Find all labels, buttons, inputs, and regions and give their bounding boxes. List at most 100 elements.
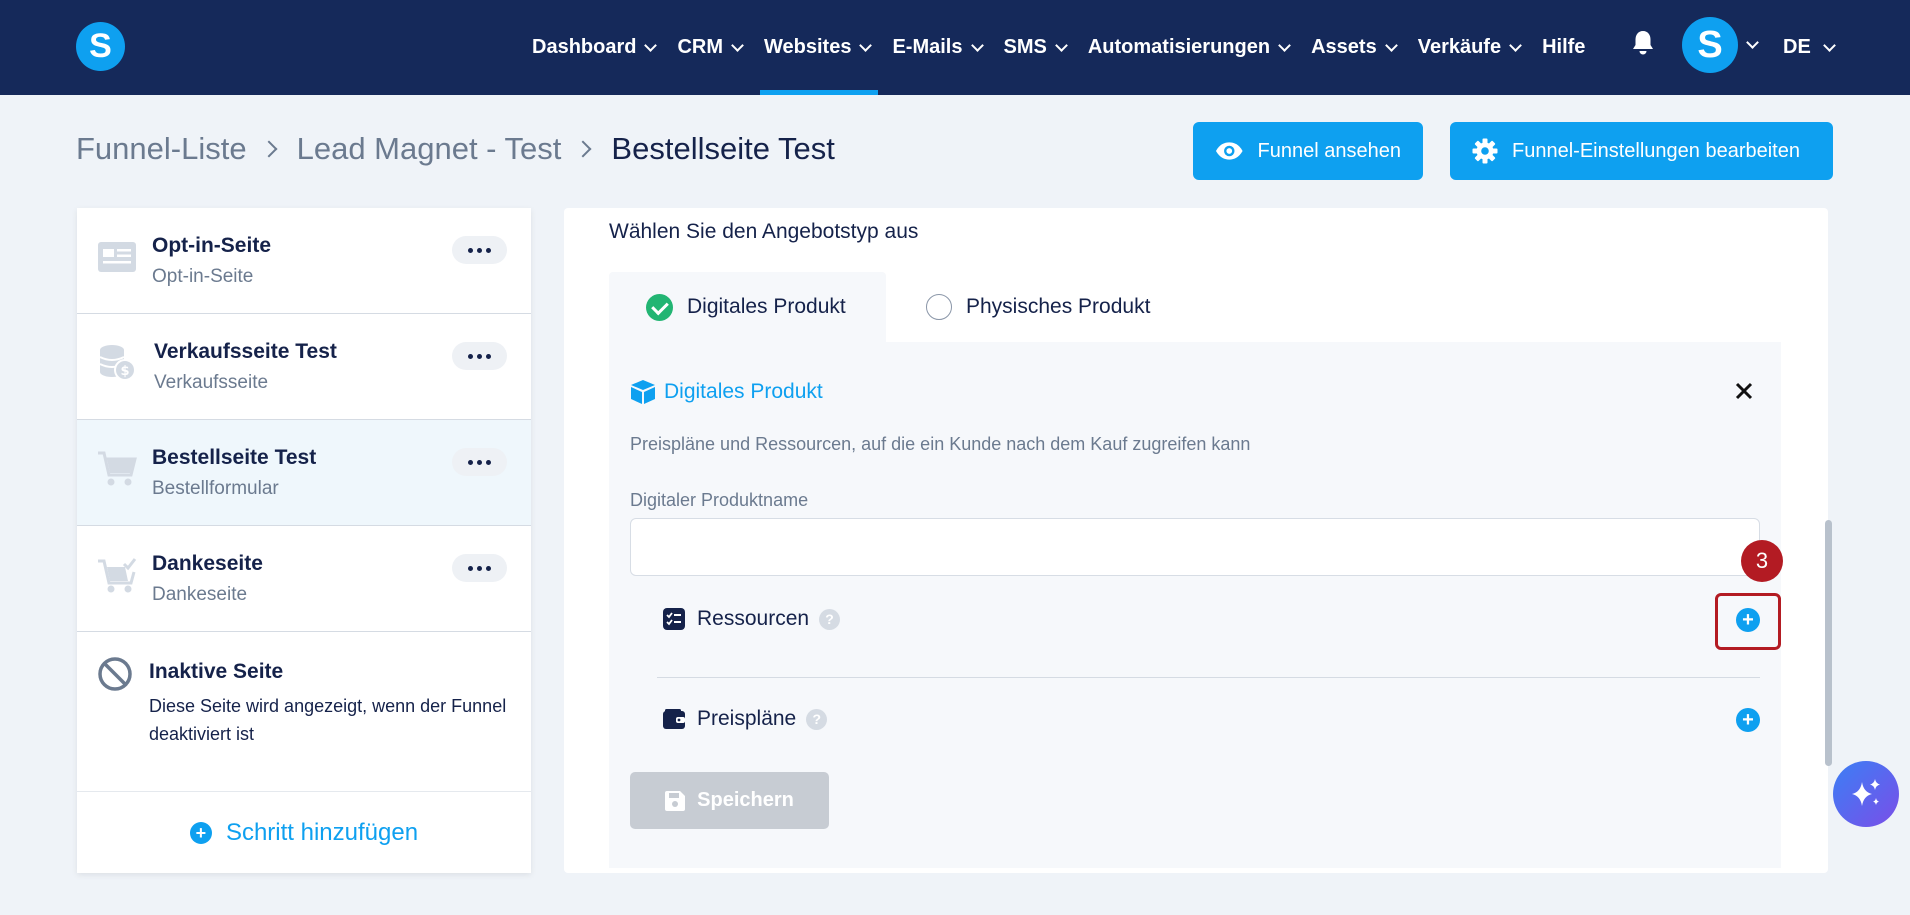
step-subtitle: Opt-in-Seite <box>152 266 254 287</box>
tab-physical-product[interactable]: Physisches Produkt <box>926 272 1150 342</box>
add-step-label: Schritt hinzufügen <box>225 818 419 846</box>
gear-icon <box>1472 138 1498 164</box>
radio-button[interactable] <box>926 294 952 320</box>
step-title: Verkaufsseite Test <box>154 340 337 363</box>
digital-product-card: Digitales Produkt Preispläne und Ressour… <box>609 342 1783 868</box>
save-label: Speichern <box>697 789 794 811</box>
step-subtitle: Dankeseite <box>152 584 248 605</box>
nav-label: Automatisierungen <box>1087 36 1271 58</box>
step-title: Bestellseite Test <box>152 446 317 469</box>
save-button[interactable]: Speichern <box>630 772 829 829</box>
main-nav: Dashboard CRM Websites E-Mails SMS Autom… <box>532 0 1607 95</box>
ai-assistant-button[interactable] <box>1833 761 1899 827</box>
step-thank-you-page[interactable]: Dankeseite Dankeseite <box>77 526 531 632</box>
resources-label: Ressourcen <box>697 607 810 630</box>
nav-item-help[interactable]: Hilfe <box>1542 0 1585 95</box>
checklist-icon <box>663 608 685 630</box>
chevron-down-icon <box>1384 38 1398 52</box>
help-icon[interactable]: ? <box>819 608 841 630</box>
product-name-label: Digitaler Produktname <box>630 490 809 510</box>
wallet-icon <box>663 709 685 729</box>
step-badge: 3 <box>1741 540 1783 582</box>
nav-item-dashboard[interactable]: Dashboard <box>532 0 658 95</box>
step-menu-button[interactable] <box>452 448 507 476</box>
cart-icon <box>98 451 137 486</box>
breadcrumb-current: Bestellseite Test <box>611 131 835 166</box>
chevron-right-icon <box>574 140 592 158</box>
app-logo[interactable]: S <box>76 22 125 71</box>
tab-label: Physisches Produkt <box>966 295 1151 318</box>
scrollbar[interactable] <box>1825 520 1832 766</box>
chevron-down-icon <box>1278 38 1291 52</box>
pricing-section-header: Preispläne ? <box>663 704 828 734</box>
close-icon[interactable] <box>1735 382 1753 400</box>
add-pricing-plan-button[interactable]: + <box>1736 708 1760 732</box>
inactive-page-step[interactable]: Inaktive Seite Diese Seite wird angezeig… <box>77 632 531 792</box>
breadcrumb-lead-magnet[interactable]: Lead Magnet - Test <box>297 131 562 167</box>
user-avatar[interactable]: S <box>1682 17 1738 73</box>
coins-icon: $ <box>99 345 136 381</box>
check-circle-icon <box>646 293 673 321</box>
step-optin[interactable]: Opt-in-Seite Opt-in-Seite <box>77 208 531 314</box>
digital-product-description: Preispläne und Ressourcen, auf die ein K… <box>630 434 1251 454</box>
view-funnel-button[interactable]: Funnel ansehen <box>1193 122 1423 180</box>
edit-settings-label: Funnel-Einstellungen bearbeiten <box>1512 139 1800 162</box>
step-sales-page[interactable]: $ Verkaufsseite Test Verkaufsseite <box>77 314 531 420</box>
nav-item-sms[interactable]: SMS <box>1004 0 1068 95</box>
step-order-page[interactable]: Bestellseite Test Bestellformular <box>77 420 531 526</box>
nav-label: Assets <box>1311 36 1377 58</box>
breadcrumb: Funnel-Liste Lead Magnet - Test Bestells… <box>76 131 835 167</box>
nav-label: Dashboard <box>532 36 637 58</box>
chevron-down-icon <box>1054 38 1068 52</box>
nav-item-automations[interactable]: Automatisierungen <box>1087 0 1291 95</box>
nav-label: CRM <box>677 36 724 58</box>
nav-item-crm[interactable]: CRM <box>677 0 744 95</box>
help-icon[interactable]: ? <box>806 708 828 730</box>
step-menu-button[interactable] <box>452 236 507 264</box>
nav-item-websites[interactable]: Websites <box>759 0 879 95</box>
top-navbar: S Dashboard CRM Websites E-Mails SMS Aut… <box>0 0 1910 95</box>
chevron-down-icon <box>970 38 984 52</box>
language-selector[interactable]: DE <box>1783 0 1836 95</box>
nav-item-sales[interactable]: Verkäufe <box>1417 0 1522 95</box>
nav-label: Websites <box>764 36 852 58</box>
floppy-disk-icon <box>665 790 686 811</box>
funnel-steps-panel: Opt-in-Seite Opt-in-Seite $ Verkaufsseit… <box>77 208 531 873</box>
chevron-right-icon <box>260 140 278 158</box>
product-name-input[interactable] <box>630 518 1760 576</box>
inactive-page-title: Inaktive Seite <box>149 660 284 683</box>
offer-type-label: Wählen Sie den Angebotstyp aus <box>609 220 919 243</box>
view-funnel-label: Funnel ansehen <box>1257 139 1401 162</box>
digital-product-title: Digitales Produkt <box>630 379 823 405</box>
edit-funnel-settings-button[interactable]: Funnel-Einstellungen bearbeiten <box>1450 122 1833 180</box>
offer-settings-panel: Wählen Sie den Angebotstyp aus Digitales… <box>564 208 1828 873</box>
step-menu-button[interactable] <box>452 554 507 582</box>
add-step-button[interactable]: + Schritt hinzufügen <box>77 792 531 873</box>
inactive-page-description: Diese Seite wird angezeigt, wenn der Fun… <box>149 696 507 744</box>
tab-label: Digitales Produkt <box>687 295 846 318</box>
plus-circle-icon: + <box>189 821 212 844</box>
nav-label: Verkäufe <box>1417 36 1502 58</box>
chevron-down-icon <box>731 38 744 52</box>
chevron-down-icon <box>1509 38 1522 52</box>
chevron-down-icon[interactable] <box>1746 36 1759 49</box>
nav-label: E-Mails <box>892 36 963 58</box>
step-menu-button[interactable] <box>452 342 507 370</box>
step-title: Opt-in-Seite <box>152 234 271 257</box>
box-icon <box>631 380 655 404</box>
tab-digital-product[interactable]: Digitales Produkt <box>609 272 886 342</box>
svg-text:$: $ <box>120 364 129 379</box>
resources-section-header: Ressourcen ? <box>663 604 841 634</box>
nav-item-emails[interactable]: E-Mails <box>892 0 984 95</box>
eye-icon <box>1215 142 1243 160</box>
section-divider <box>657 677 1760 678</box>
bell-icon[interactable] <box>1631 30 1655 56</box>
nav-item-assets[interactable]: Assets <box>1311 0 1398 95</box>
sparkles-icon <box>1852 779 1880 806</box>
step-title: Dankeseite <box>152 552 263 575</box>
breadcrumb-funnel-list[interactable]: Funnel-Liste <box>76 131 247 167</box>
step-subtitle: Verkaufsseite <box>154 372 269 393</box>
optin-page-icon <box>98 242 136 272</box>
step-subtitle: Bestellformular <box>152 478 279 499</box>
chevron-down-icon <box>859 38 873 52</box>
